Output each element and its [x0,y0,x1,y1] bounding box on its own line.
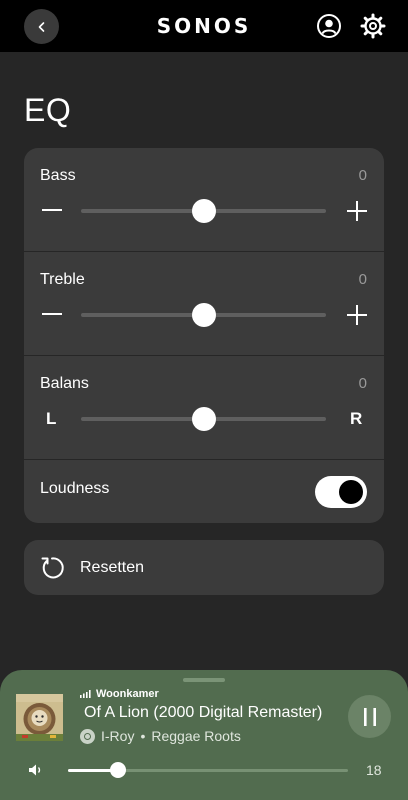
album-art[interactable] [16,694,63,741]
plus-icon [347,201,367,221]
volume-icon[interactable] [28,763,44,777]
account-icon [317,14,341,38]
balance-slider[interactable] [81,407,326,431]
room-name: Woonkamer [96,688,159,700]
bass-slider[interactable] [81,199,326,223]
track-album: Reggae Roots [151,728,241,744]
eq-value: 0 [358,167,367,184]
slider-thumb[interactable] [191,303,216,327]
eq-label: Treble [40,271,85,288]
treble-increase-button[interactable] [345,303,369,327]
track-title[interactable]: Of A Lion (2000 Digital Remaster) [80,704,332,722]
minus-icon [42,209,62,211]
album-art-image [16,694,63,741]
settings-button[interactable] [359,12,387,40]
eq-card: Bass 0 Treble 0 Balans 0 L R Loudness [24,148,384,523]
loudness-label: Loudness [40,480,110,497]
track-meta-row: I-Roy • Reggae Roots [80,728,241,744]
account-button[interactable] [316,13,342,39]
brand-logo: SONOS [156,14,252,38]
room-row[interactable]: Woonkamer [80,688,159,700]
pause-icon [363,707,376,726]
page-title: EQ [24,92,72,128]
volume-value: 18 [366,762,382,778]
loudness-toggle[interactable] [315,476,367,508]
plus-icon [347,305,367,325]
eq-label: Balans [40,375,89,392]
meta-separator: • [140,728,146,744]
balance-left-button[interactable]: L [46,409,56,429]
gear-icon [360,13,386,39]
slider-thumb[interactable] [191,407,216,431]
track-artist: I-Roy [101,728,135,744]
eq-row-treble: Treble 0 [24,252,384,356]
now-playing-bar[interactable]: Woonkamer Of A Lion (2000 Digital Remast… [0,670,408,800]
drag-handle[interactable] [183,678,225,682]
toggle-knob [339,480,363,504]
minus-icon [42,313,62,315]
track-title-text: Of A Lion (2000 Digital Remaster) [84,704,323,721]
loudness-row: Loudness [24,460,384,523]
volume-slider[interactable] [68,762,348,778]
eq-label: Bass [40,167,76,184]
top-bar: SONOS [0,0,408,52]
reset-label: Resetten [80,559,145,576]
signal-bars-icon [80,690,91,698]
bass-decrease-button[interactable] [40,198,64,222]
eq-value: 0 [358,375,367,392]
eq-row-balance: Balans 0 L R [24,356,384,460]
reset-icon [41,557,64,579]
reset-button[interactable]: Resetten [24,540,384,595]
volume-thumb[interactable] [110,762,127,778]
bass-increase-button[interactable] [345,199,369,223]
eq-value: 0 [358,271,367,288]
slider-thumb[interactable] [191,199,216,223]
treble-decrease-button[interactable] [40,302,64,326]
eq-row-bass: Bass 0 [24,148,384,252]
pause-button[interactable] [348,695,391,738]
music-service-icon [80,728,95,744]
treble-slider[interactable] [81,303,326,327]
balance-right-button[interactable]: R [350,409,362,429]
